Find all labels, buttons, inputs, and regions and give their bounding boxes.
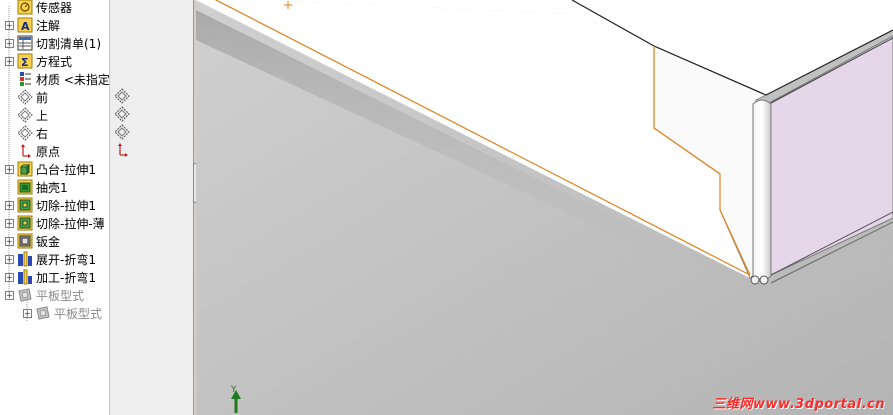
origin-icon xyxy=(118,143,128,157)
corner-relief xyxy=(759,275,769,285)
triad-y-label: Y xyxy=(230,385,237,395)
model-view[interactable]: Y xyxy=(196,0,893,415)
feature-manager-tree: 传感器 + A 注解 + 切割清单(1) + Σ 方程式 材质 <未指定 前 上… xyxy=(0,0,110,415)
graphics-viewport[interactable]: Y 三维网www.3dportal.cn xyxy=(196,0,893,415)
tree-connector-lines xyxy=(8,6,28,322)
corner-relief xyxy=(750,275,760,285)
part-bend-edge xyxy=(752,99,772,281)
site-watermark: 三维网www.3dportal.cn xyxy=(712,397,885,412)
plane-icon xyxy=(114,106,130,122)
display-pane-icons xyxy=(110,0,130,415)
plane-icon xyxy=(114,124,130,140)
plane-icon xyxy=(114,88,130,104)
